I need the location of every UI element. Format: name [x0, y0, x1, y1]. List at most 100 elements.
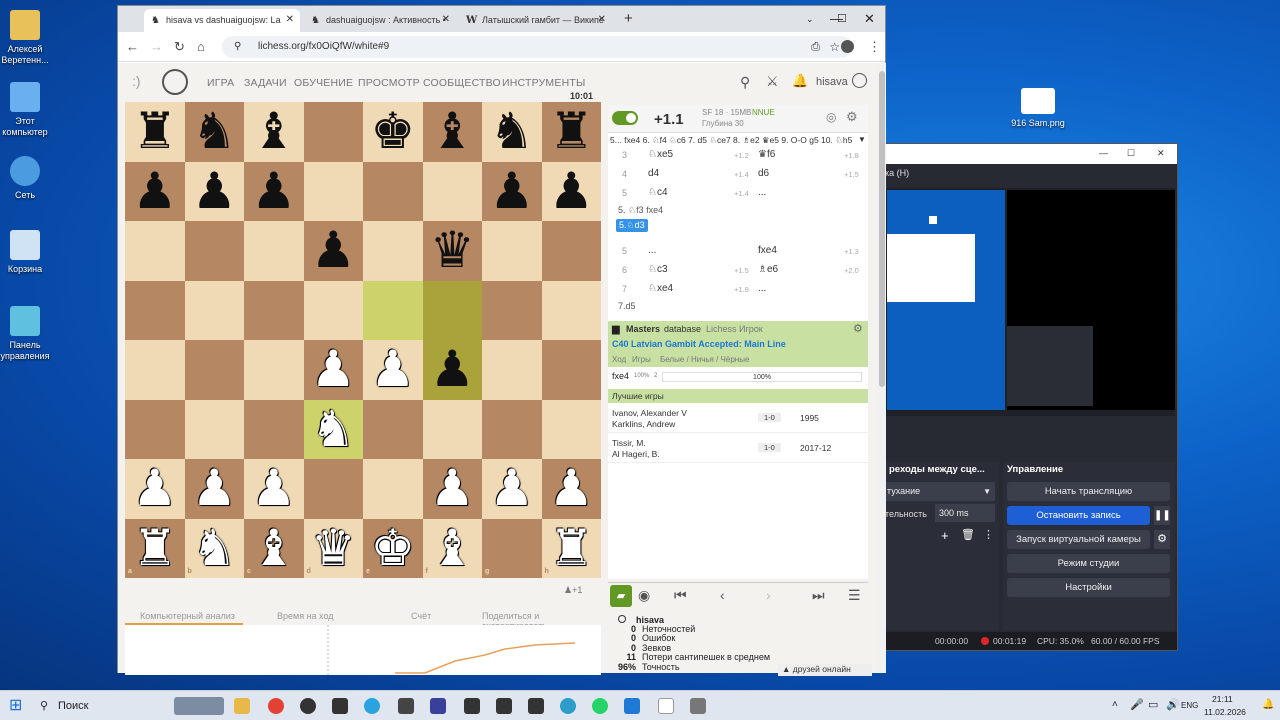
- search-icon[interactable]: ⚲: [740, 74, 750, 91]
- bookmark-icon[interactable]: ☆: [829, 36, 840, 58]
- opening-name[interactable]: C40 Latvian Gambit Accepted: Main Line: [612, 339, 786, 349]
- more-icon[interactable]: ⋮: [983, 528, 994, 541]
- square-g3[interactable]: [482, 399, 542, 459]
- square-f5[interactable]: [422, 280, 482, 340]
- square-f3[interactable]: [422, 399, 482, 459]
- white-move[interactable]: ♘xe5: [648, 149, 673, 160]
- profile-icon[interactable]: [841, 40, 854, 53]
- close-icon[interactable]: ✕: [1157, 148, 1165, 159]
- principal-variation[interactable]: 5... fxe4 6. ♘f4 ♘c6 7. d5 ♘ce7 8. ♗e2 ♛…: [608, 135, 868, 147]
- friends-online-button[interactable]: ▲ друзей онлайн: [778, 664, 872, 676]
- engine-toggle[interactable]: [612, 111, 638, 125]
- next-move-icon[interactable]: ›: [766, 587, 771, 603]
- piece-e1[interactable]: ♚: [363, 519, 423, 579]
- nav-learn[interactable]: ОБУЧЕНИЕ: [294, 77, 353, 89]
- piece-b7[interactable]: ♟: [185, 162, 245, 222]
- black-move[interactable]: ♛f6: [758, 149, 775, 160]
- site-info-icon[interactable]: ⚲: [234, 36, 241, 58]
- microphone-icon[interactable]: 🎤: [1130, 698, 1144, 711]
- piece-a1[interactable]: ♜: [125, 519, 185, 579]
- square-c3[interactable]: [244, 399, 304, 459]
- tab-score[interactable]: Счёт: [411, 611, 431, 621]
- square-d7[interactable]: [303, 161, 363, 221]
- menu-icon[interactable]: ☰: [848, 587, 861, 604]
- desktop-icon-control-panel[interactable]: Панель управления: [0, 306, 56, 362]
- explorer-tab-masters[interactable]: Masters: [626, 324, 660, 334]
- square-e2[interactable]: [363, 459, 423, 519]
- page-scrollbar[interactable]: [878, 63, 886, 673]
- chrome-icon[interactable]: [268, 698, 284, 714]
- username[interactable]: hisava: [816, 76, 848, 88]
- square-c6[interactable]: [244, 221, 304, 281]
- move-row[interactable]: 3 ♘xe5 +1.2 ♛f6 +1.8: [608, 147, 868, 166]
- square-a5[interactable]: [125, 280, 185, 340]
- obs-icon[interactable]: [300, 698, 316, 714]
- swords-icon[interactable]: ⚔: [766, 73, 779, 90]
- transition-select[interactable]: тухание ▼: [885, 482, 995, 501]
- square-g6[interactable]: [482, 221, 542, 281]
- piece-c1[interactable]: ♝: [244, 519, 304, 579]
- scrollbar-thumb[interactable]: [879, 71, 885, 387]
- close-tab-icon[interactable]: ✕: [442, 14, 450, 25]
- target-icon[interactable]: ◎: [826, 110, 836, 124]
- piece-f8[interactable]: ♝: [423, 102, 483, 162]
- piece-d3[interactable]: ♞: [304, 400, 364, 460]
- install-icon[interactable]: ⎙: [811, 36, 820, 58]
- close-tab-icon[interactable]: ✕: [286, 14, 294, 25]
- windows-start-icon[interactable]: ⊞: [9, 698, 25, 714]
- tab-computer-analysis[interactable]: Компьютерный анализ: [140, 611, 235, 621]
- explorer-tab-player[interactable]: Игрок: [739, 324, 763, 334]
- square-g5[interactable]: [482, 280, 542, 340]
- chevron-down-icon[interactable]: ▼: [858, 135, 866, 144]
- move-row[interactable]: 5... fxe4 +1.3: [608, 243, 868, 262]
- ai-app-icon[interactable]: [528, 698, 544, 714]
- minimize-icon[interactable]: —: [1099, 148, 1108, 158]
- book-toggle-icon[interactable]: ▰: [610, 585, 632, 607]
- pause-icon[interactable]: ❚❚: [1154, 506, 1171, 525]
- desktop-icon-computer[interactable]: Этот компьютер: [0, 82, 56, 138]
- url-input[interactable]: ⚲ lichess.org/fx0OiQfW/white#9 ⎙ ☆: [222, 36, 852, 58]
- tab-search-icon[interactable]: ⌄: [806, 14, 814, 25]
- chessboard[interactable]: ♜ ♞ ♝ ♚ ♝ ♞ ♜ ♟ ♟ ♟ ♟ ♟ ♟ ♛ ♟ ♟ ♟ ♞ ♟ ♟ ♟ ♟ ♟ ♟ ♜ ♞ ♝ ♛ ♚ ♝ ♜ a b c d e f g h 8…: [125, 102, 601, 578]
- lichess-logo-icon[interactable]: [162, 69, 188, 95]
- telegram-icon[interactable]: [364, 698, 380, 714]
- gear-icon[interactable]: ⚙: [846, 109, 858, 125]
- white-move[interactable]: ♘xe4: [648, 283, 673, 294]
- input-language[interactable]: ENG: [1181, 701, 1198, 710]
- white-move[interactable]: ...: [648, 245, 656, 256]
- move-row[interactable]: 7 ♘xe4 +1.9...: [608, 281, 868, 300]
- piece-e4[interactable]: ♟: [363, 340, 423, 400]
- practice-icon[interactable]: ◉: [638, 587, 650, 604]
- back-icon[interactable]: ←: [126, 39, 139, 54]
- black-move[interactable]: fxe4: [758, 245, 777, 256]
- master-game-row[interactable]: Tissir, M. Al Hageri, B. 1-0 2017-12: [608, 435, 868, 463]
- hamburger-icon[interactable]: :): [132, 73, 141, 89]
- explorer-move-row[interactable]: fxe4 100% 2 100%: [608, 369, 868, 385]
- square-c5[interactable]: [244, 280, 304, 340]
- nav-watch[interactable]: ПРОСМОТР: [358, 77, 420, 89]
- piece-f1[interactable]: ♝: [423, 519, 483, 579]
- piece-g2[interactable]: ♟: [482, 459, 542, 519]
- explorer-tab-lichess[interactable]: Lichess: [706, 324, 737, 334]
- square-d2[interactable]: [303, 459, 363, 519]
- piece-e8[interactable]: ♚: [363, 102, 423, 162]
- piece-b8[interactable]: ♞: [185, 102, 245, 162]
- current-move[interactable]: 5.♘d3: [616, 219, 648, 232]
- last-move-icon[interactable]: ⏭: [812, 587, 825, 604]
- square-b3[interactable]: [184, 399, 244, 459]
- file-explorer-icon[interactable]: [234, 698, 250, 714]
- white-move[interactable]: d4: [648, 168, 659, 179]
- move-row[interactable]: 5 ♘c4 +1.4...: [608, 185, 868, 204]
- black-move[interactable]: ♗e6: [758, 264, 778, 275]
- tab-move-times[interactable]: Время на ход: [277, 611, 334, 621]
- network-icon[interactable]: ▭: [1148, 698, 1158, 711]
- show-hidden-icons[interactable]: ˄: [1112, 699, 1118, 710]
- white-move[interactable]: ♘c4: [648, 187, 668, 198]
- piece-f4[interactable]: ♟: [423, 340, 483, 400]
- nav-play[interactable]: ИГРА: [207, 77, 234, 89]
- square-a3[interactable]: [125, 399, 185, 459]
- white-move[interactable]: ♘c3: [648, 264, 668, 275]
- square-g4[interactable]: [482, 340, 542, 400]
- notepad-icon[interactable]: [658, 698, 674, 714]
- square-a4[interactable]: [125, 340, 185, 400]
